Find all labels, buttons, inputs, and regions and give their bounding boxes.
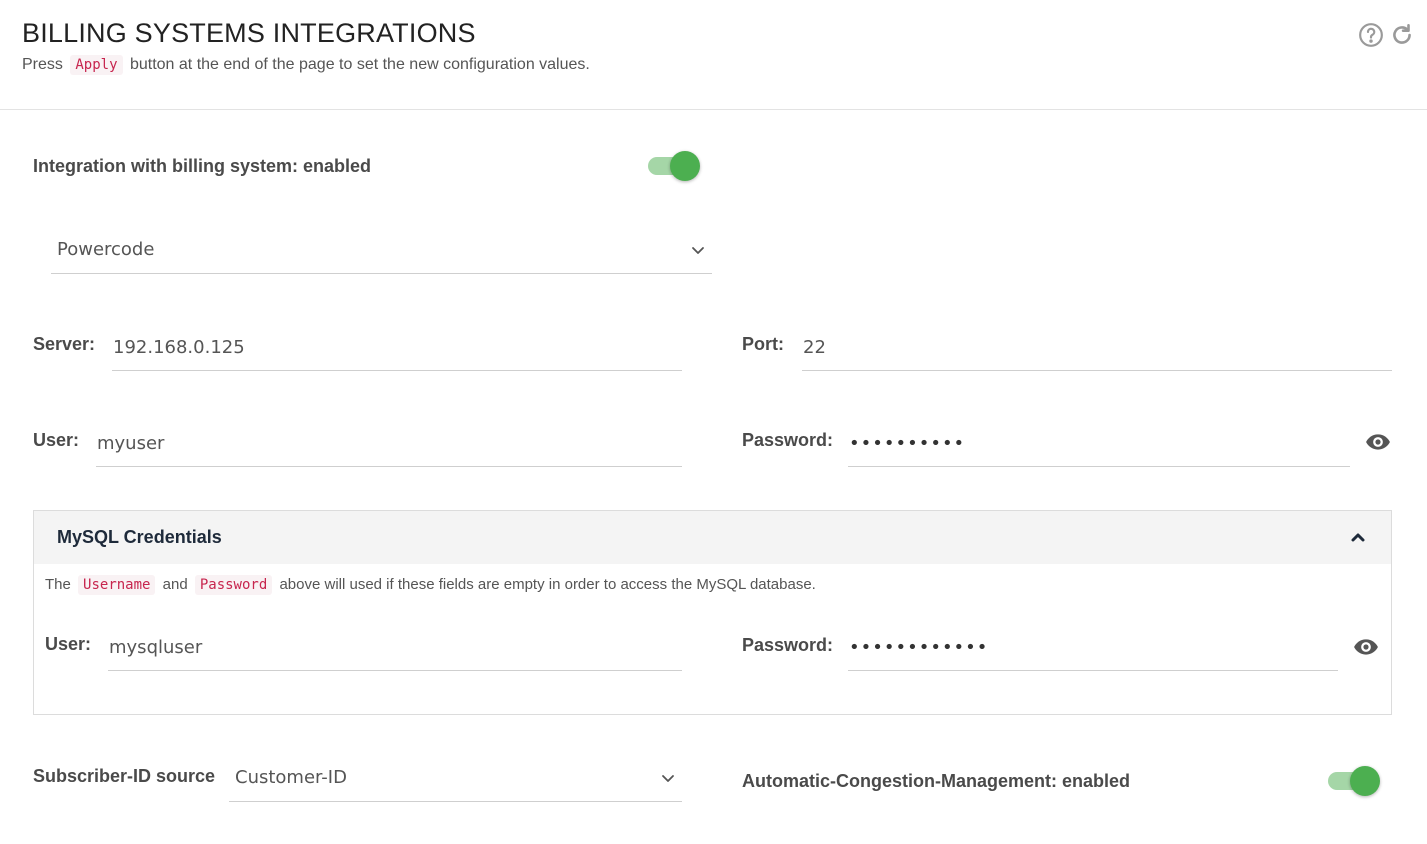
server-label: Server: xyxy=(33,334,96,354)
port-label: Port: xyxy=(742,334,784,354)
page-subtitle: Press Apply button at the end of the pag… xyxy=(22,55,590,75)
billing-system-select[interactable]: Powercode xyxy=(51,234,712,274)
server-input[interactable] xyxy=(112,333,682,371)
subtitle-text-pre: Press xyxy=(22,56,63,73)
user-label: User: xyxy=(33,430,80,450)
chevron-down-icon xyxy=(690,242,706,258)
subscriber-id-value: Customer-ID xyxy=(235,767,347,788)
note-text-pre: The xyxy=(45,576,71,593)
subscriber-id-label: Subscriber-ID source xyxy=(33,766,216,786)
apply-code-label: Apply xyxy=(70,55,123,75)
password-input[interactable] xyxy=(848,429,1350,467)
password-label: Password: xyxy=(742,430,834,450)
integration-toggle[interactable] xyxy=(646,151,700,181)
subtitle-text-post: button at the end of the page to set the… xyxy=(129,56,590,73)
mysql-panel-header[interactable]: MySQL Credentials xyxy=(34,511,1391,564)
integration-toggle-knob xyxy=(670,151,700,181)
eye-icon[interactable] xyxy=(1365,429,1391,455)
help-circle-icon[interactable] xyxy=(1358,22,1384,48)
password-code-label: Password xyxy=(194,575,273,595)
mysql-panel-note: The Username and Password above will use… xyxy=(45,575,816,595)
mysql-credentials-panel: MySQL Credentials The Username and Passw… xyxy=(33,510,1392,715)
refresh-icon[interactable] xyxy=(1389,22,1415,48)
congestion-label: Automatic-Congestion-Management: enabled xyxy=(742,771,1131,791)
mysql-panel-title: MySQL Credentials xyxy=(57,527,222,547)
chevron-down-icon xyxy=(660,770,676,786)
page-header: BILLING SYSTEMS INTEGRATIONS Press Apply… xyxy=(0,0,1427,110)
subscriber-id-select[interactable]: Customer-ID xyxy=(229,762,682,802)
mysql-password-input[interactable] xyxy=(848,633,1338,671)
note-text-post: above will used if these fields are empt… xyxy=(279,576,816,593)
mysql-user-input[interactable] xyxy=(108,633,682,671)
mysql-password-label: Password: xyxy=(742,635,834,655)
user-input[interactable] xyxy=(96,429,682,467)
integration-label: Integration with billing system: enabled xyxy=(33,156,372,176)
note-text-mid: and xyxy=(162,576,188,593)
port-input[interactable] xyxy=(802,333,1392,371)
congestion-toggle-knob xyxy=(1350,766,1380,796)
congestion-toggle[interactable] xyxy=(1326,766,1380,796)
page-title: BILLING SYSTEMS INTEGRATIONS xyxy=(22,18,476,48)
billing-system-value: Powercode xyxy=(57,239,155,260)
mysql-user-label: User: xyxy=(45,634,92,654)
eye-icon[interactable] xyxy=(1353,634,1379,660)
chevron-up-icon[interactable] xyxy=(1349,528,1367,546)
username-code-label: Username xyxy=(78,575,156,595)
